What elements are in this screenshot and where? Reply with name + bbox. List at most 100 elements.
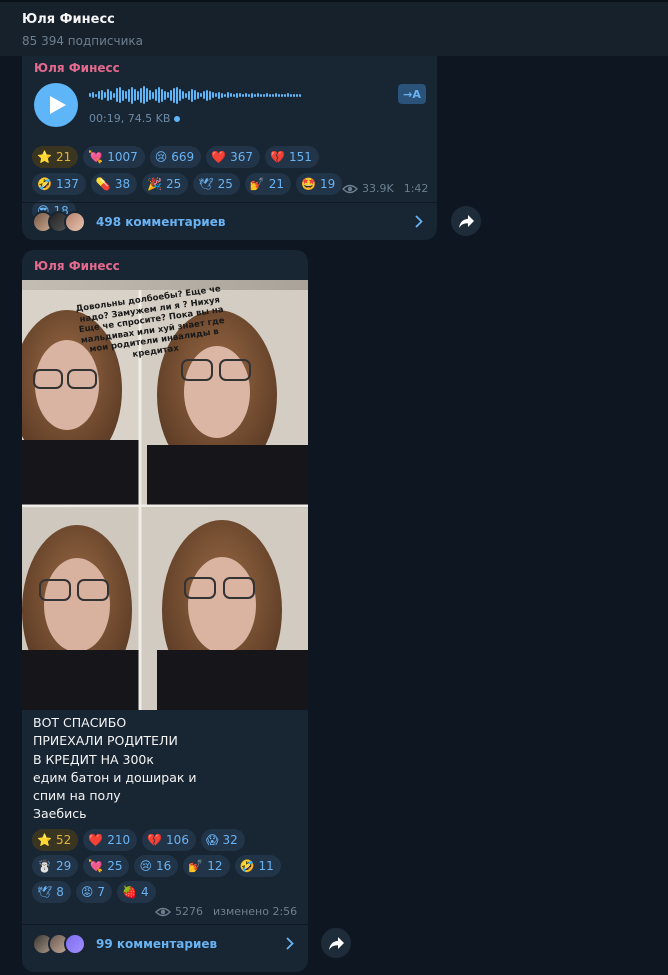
portrait-bottom-right xyxy=(140,508,308,710)
commenter-avatars xyxy=(32,210,86,233)
reaction-count: 21 xyxy=(55,150,72,164)
waveform-bar xyxy=(215,93,217,97)
post-text-line: спим на полу xyxy=(33,788,121,804)
reaction-count: 4 xyxy=(140,885,149,899)
waveform-bar xyxy=(128,88,130,102)
waveform-bar xyxy=(167,92,169,98)
waveform-bar xyxy=(248,93,250,97)
reaction-chip[interactable]: 💔 106 xyxy=(142,829,196,851)
reaction-chip[interactable]: 💘 25 xyxy=(83,855,130,877)
waveform-bar xyxy=(269,93,271,97)
reaction-chip[interactable]: 😡 7 xyxy=(75,881,113,903)
waveform-bar xyxy=(173,87,175,103)
reaction-count: 25 xyxy=(166,177,182,191)
waveform-bar xyxy=(287,93,289,97)
reaction-chip[interactable]: 💅 12 xyxy=(183,855,230,877)
views-icon xyxy=(155,907,171,917)
reaction-count: 210 xyxy=(107,833,131,847)
reaction-chip[interactable]: ☃️ 29 xyxy=(32,855,79,877)
waveform-bar xyxy=(281,93,283,97)
avatar xyxy=(64,932,86,955)
waveform-bar xyxy=(119,87,121,103)
reaction-chip[interactable]: 🤣 137 xyxy=(32,173,86,195)
post-photo[interactable]: Довольны долбоебы? Еще че надо? Замужем … xyxy=(22,280,308,710)
subscriber-count: 85 394 подписчика xyxy=(22,34,144,48)
reaction-chip[interactable]: ⭐ 21 xyxy=(32,146,79,168)
audio-meta: 00:19, 74.5 KB xyxy=(89,112,181,125)
photo-post: Юля Финесс Довольны долбоебы? Еще че над… xyxy=(22,250,308,972)
reaction-emoji: 💅 xyxy=(249,177,265,191)
reaction-emoji: 🍓 xyxy=(122,885,137,899)
reaction-emoji: 🤩 xyxy=(301,177,317,191)
reaction-chip[interactable]: 😢 669 xyxy=(149,146,202,168)
waveform-bar xyxy=(260,93,262,97)
views-count: 33.9K xyxy=(362,182,394,195)
portrait-bottom-left xyxy=(22,508,140,710)
reaction-chip[interactable]: 💅 21 xyxy=(244,173,292,195)
waveform-bar xyxy=(239,93,241,97)
share-button[interactable] xyxy=(321,928,351,958)
chat-header[interactable]: Юля Финесс 85 394 подписчика xyxy=(0,0,668,56)
reaction-chip[interactable]: 😢 16 xyxy=(134,855,179,877)
waveform-bar xyxy=(209,90,211,100)
waveform-bar xyxy=(266,93,268,97)
waveform-bar xyxy=(143,86,145,104)
share-button[interactable] xyxy=(451,206,481,236)
waveform-bar xyxy=(275,93,277,97)
waveform-bar xyxy=(218,91,220,99)
reaction-chip[interactable]: 💘 1007 xyxy=(83,146,145,168)
waveform-bar xyxy=(200,93,202,97)
chevron-right-icon xyxy=(286,937,294,950)
reaction-chip[interactable]: 🎉 25 xyxy=(142,173,189,195)
waveform-bar xyxy=(107,89,109,101)
post-text-line: Заебись xyxy=(33,806,87,822)
post-text-line: ВОТ СПАСИБО xyxy=(33,715,127,730)
reaction-emoji: 🤣 xyxy=(37,177,52,191)
waveform-bar xyxy=(122,89,124,101)
reaction-count: 52 xyxy=(55,833,72,847)
reaction-chip[interactable]: 💊 38 xyxy=(90,173,138,195)
reaction-chip[interactable]: 🤣 11 xyxy=(234,855,281,877)
waveform-bar xyxy=(113,92,115,98)
waveform-bar xyxy=(134,89,136,101)
reaction-count: 8 xyxy=(56,885,64,899)
waveform-bar xyxy=(272,93,274,97)
post-author[interactable]: Юля Финесс xyxy=(34,61,120,75)
reaction-chip[interactable]: 💔 151 xyxy=(265,146,319,168)
reaction-chip[interactable]: 🤩 19 xyxy=(296,173,343,195)
reaction-chip[interactable]: ❤️ 210 xyxy=(83,829,138,851)
channel-title: Юля Финесс xyxy=(22,12,115,27)
play-button[interactable] xyxy=(34,83,78,127)
reaction-emoji: 🕊 xyxy=(37,885,53,899)
reaction-emoji: 😱 xyxy=(205,833,219,847)
reaction-chip[interactable]: 😱 32 xyxy=(200,829,245,851)
comments-button[interactable]: 498 комментариев xyxy=(22,202,437,240)
comments-button[interactable]: 99 комментариев xyxy=(22,924,308,962)
waveform-bar xyxy=(152,91,154,99)
reaction-chip[interactable]: ❤️ 367 xyxy=(206,146,261,168)
waveform-bar xyxy=(137,90,139,100)
reaction-chip[interactable]: 🍓 4 xyxy=(117,881,156,903)
waveform-bar xyxy=(116,88,118,102)
post-meta: 33.9K 1:42 xyxy=(342,182,428,195)
reaction-emoji: ⭐ xyxy=(37,150,52,164)
waveform-bar xyxy=(110,90,112,100)
reaction-count: 25 xyxy=(107,859,123,873)
reaction-emoji: 💔 xyxy=(147,833,163,847)
reaction-count: 367 xyxy=(230,150,254,164)
reaction-emoji: 💊 xyxy=(95,177,111,191)
waveform-bar xyxy=(230,93,232,97)
waveform-bar xyxy=(170,89,172,101)
waveform-bar xyxy=(149,90,151,100)
waveform-bar xyxy=(140,87,142,103)
reaction-chip[interactable]: 🕊 25 xyxy=(193,173,240,195)
waveform-bar xyxy=(236,92,238,98)
transcribe-button[interactable]: →A xyxy=(398,84,426,104)
post-author[interactable]: Юля Финесс xyxy=(34,259,120,273)
audio-waveform[interactable] xyxy=(89,85,389,105)
reaction-count: 669 xyxy=(171,150,195,164)
reaction-chip[interactable]: ⭐ 52 xyxy=(32,829,79,851)
reaction-emoji: 😢 xyxy=(139,859,152,873)
reaction-chip[interactable]: 🕊 8 xyxy=(32,881,71,903)
reaction-count: 151 xyxy=(288,150,312,164)
